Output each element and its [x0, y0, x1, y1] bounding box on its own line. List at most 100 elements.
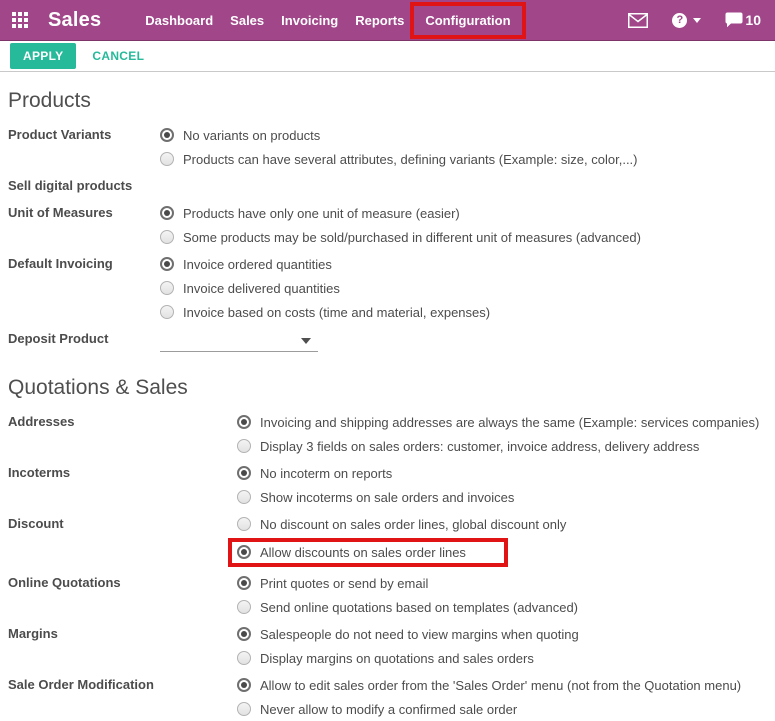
group-label: Sell digital products [8, 178, 133, 193]
radio-unselected-icon[interactable] [237, 702, 251, 716]
radio-option-label: Allow to edit sales order from the 'Sale… [260, 677, 742, 693]
radio-selected-icon[interactable] [237, 678, 251, 692]
group-label: Discount [8, 516, 64, 531]
radio-option-variants-attributes[interactable]: Products can have several attributes, de… [160, 147, 765, 171]
radio-unselected-icon[interactable] [237, 439, 251, 453]
radio-option-invoice-delivered[interactable]: Invoice delivered quantities [160, 276, 765, 300]
nav-configuration[interactable]: Configuration [410, 1, 526, 39]
radio-option-label: Salespeople do not need to view margins … [260, 626, 579, 642]
radio-option-label: Show incoterms on sale orders and invoic… [260, 489, 515, 505]
radio-unselected-icon[interactable] [160, 230, 174, 244]
radio-option-print-quotes[interactable]: Print quotes or send by email [237, 571, 765, 595]
help-dropdown[interactable]: ? [672, 12, 702, 28]
group-addresses: Addresses Invoicing and shipping address… [8, 410, 765, 458]
radio-selected-icon[interactable] [237, 627, 251, 641]
cancel-button[interactable]: CANCEL [92, 49, 144, 63]
group-product-variants: Product Variants No variants on products… [8, 123, 765, 171]
apply-button[interactable]: APPLY [10, 43, 77, 69]
radio-option-display-margins[interactable]: Display margins on quotations and sales … [237, 646, 765, 670]
nav-sales[interactable]: Sales [230, 13, 264, 28]
group-label: Addresses [8, 414, 75, 429]
radio-option-label: Allow discounts on sales order lines [260, 544, 466, 560]
group-deposit-product: Deposit Product [8, 327, 765, 352]
settings-form: Products Product Variants No variants on… [0, 89, 775, 721]
messages-envelope-icon[interactable] [628, 12, 649, 28]
radio-option-invoice-costs[interactable]: Invoice based on costs (time and materia… [160, 300, 765, 324]
radio-option-no-variants[interactable]: No variants on products [160, 123, 765, 147]
nav-reports[interactable]: Reports [355, 13, 404, 28]
envelope-icon [628, 12, 649, 28]
radio-option-label: Invoicing and shipping addresses are alw… [260, 414, 760, 430]
radio-selected-icon[interactable] [160, 128, 174, 142]
radio-option-label: Display margins on quotations and sales … [260, 650, 534, 666]
radio-option-allow-discounts[interactable]: Allow discounts on sales order lines [228, 536, 765, 568]
group-discount: Discount No discount on sales order line… [8, 512, 765, 568]
dropdown-caret-icon [301, 338, 311, 344]
chat-messages-button[interactable]: 10 [725, 12, 761, 28]
radio-option-label: No discount on sales order lines, global… [260, 516, 567, 532]
radio-option-label: Products have only one unit of measure (… [183, 205, 460, 221]
radio-option-allow-edit-sale-order[interactable]: Allow to edit sales order from the 'Sale… [237, 673, 765, 697]
radio-selected-icon[interactable] [237, 415, 251, 429]
group-sell-digital-products: Sell digital products [8, 174, 765, 198]
radio-selected-icon[interactable] [237, 466, 251, 480]
group-label: Online Quotations [8, 575, 121, 590]
main-menu: Dashboard Sales Invoicing Reports Config… [145, 1, 531, 39]
radio-unselected-icon[interactable] [160, 305, 174, 319]
radio-option-one-uom[interactable]: Products have only one unit of measure (… [160, 201, 765, 225]
radio-option-online-templates[interactable]: Send online quotations based on template… [237, 595, 765, 619]
radio-option-no-discount[interactable]: No discount on sales order lines, global… [237, 512, 765, 536]
radio-option-label: Print quotes or send by email [260, 575, 429, 591]
group-incoterms: Incoterms No incoterm on reports Show in… [8, 461, 765, 509]
radio-option-invoice-ordered[interactable]: Invoice ordered quantities [160, 252, 765, 276]
group-label: Unit of Measures [8, 205, 113, 220]
group-label: Deposit Product [8, 331, 109, 346]
group-unit-of-measures: Unit of Measures Products have only one … [8, 201, 765, 249]
radio-option-label: Some products may be sold/purchased in d… [183, 229, 641, 245]
group-label: Incoterms [8, 465, 71, 480]
radio-unselected-icon[interactable] [237, 490, 251, 504]
radio-selected-icon[interactable] [160, 257, 174, 271]
radio-option-show-incoterms[interactable]: Show incoterms on sale orders and invoic… [237, 485, 765, 509]
nav-dashboard[interactable]: Dashboard [145, 13, 213, 28]
radio-option-label: Invoice ordered quantities [183, 256, 332, 272]
section-title-quotations-sales: Quotations & Sales [8, 376, 188, 399]
radio-option-three-address-fields[interactable]: Display 3 fields on sales orders: custom… [237, 434, 765, 458]
radio-unselected-icon[interactable] [237, 517, 251, 531]
app-title: Sales [48, 8, 102, 31]
group-margins: Margins Salespeople do not need to view … [8, 622, 765, 670]
radio-unselected-icon[interactable] [160, 281, 174, 295]
radio-selected-icon[interactable] [237, 545, 251, 559]
radio-option-never-modify[interactable]: Never allow to modify a confirmed sale o… [237, 697, 765, 721]
radio-unselected-icon[interactable] [160, 152, 174, 166]
topbar-icons: ? 10 [604, 12, 761, 28]
deposit-product-dropdown[interactable] [160, 331, 318, 352]
top-navbar: Sales Dashboard Sales Invoicing Reports … [0, 0, 775, 41]
radio-selected-icon[interactable] [237, 576, 251, 590]
radio-option-label: Send online quotations based on template… [260, 599, 578, 615]
radio-selected-icon[interactable] [160, 206, 174, 220]
group-online-quotations: Online Quotations Print quotes or send b… [8, 571, 765, 619]
annotation-box-discount: Allow discounts on sales order lines [228, 537, 508, 567]
apps-grid-icon[interactable] [12, 12, 28, 28]
chat-bubble-icon [725, 12, 743, 28]
nav-invoicing[interactable]: Invoicing [281, 13, 338, 28]
radio-unselected-icon[interactable] [237, 600, 251, 614]
group-sale-order-modification: Sale Order Modification Allow to edit sa… [8, 673, 765, 721]
group-default-invoicing: Default Invoicing Invoice ordered quanti… [8, 252, 765, 324]
group-label: Margins [8, 626, 58, 641]
radio-option-label: Invoice delivered quantities [183, 280, 340, 296]
radio-option-no-margins[interactable]: Salespeople do not need to view margins … [237, 622, 765, 646]
radio-unselected-icon[interactable] [237, 651, 251, 665]
chat-count-badge: 10 [745, 12, 761, 28]
section-title-products: Products [8, 89, 91, 112]
radio-option-label: No incoterm on reports [260, 465, 393, 481]
help-icon: ? [672, 12, 688, 28]
radio-option-same-addresses[interactable]: Invoicing and shipping addresses are alw… [237, 410, 765, 434]
radio-option-multi-uom[interactable]: Some products may be sold/purchased in d… [160, 225, 765, 249]
group-label: Default Invoicing [8, 256, 113, 271]
chevron-down-icon [693, 17, 702, 23]
radio-option-label: Invoice based on costs (time and materia… [183, 304, 491, 320]
radio-option-no-incoterm[interactable]: No incoterm on reports [237, 461, 765, 485]
radio-option-label: Display 3 fields on sales orders: custom… [260, 438, 700, 454]
